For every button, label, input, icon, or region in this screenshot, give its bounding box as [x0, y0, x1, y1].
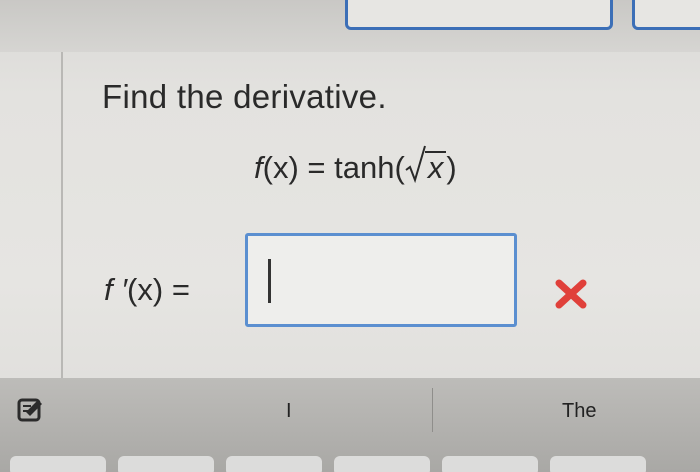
previous-answer-box[interactable]: [345, 0, 613, 30]
derivative-arg: (x): [127, 272, 164, 307]
sqrt-expression: x: [405, 145, 447, 186]
function-equals: =: [307, 150, 326, 185]
suggestion-divider: [432, 388, 433, 432]
text-caret: [268, 259, 271, 303]
derivative-name: f ′: [104, 272, 128, 307]
left-divider: [61, 52, 63, 382]
suggestion-1[interactable]: I: [286, 400, 292, 423]
keyboard-key[interactable]: [10, 456, 106, 472]
sqrt-argument: x: [424, 151, 447, 183]
function-expr-prefix: tanh(: [334, 150, 405, 185]
red-x-icon: [555, 279, 587, 309]
screen: Find the derivative. f(x) = tanh(x) f ′(…: [0, 0, 700, 472]
keyboard-key[interactable]: [334, 456, 430, 472]
top-strip: [0, 0, 700, 52]
keyboard-key[interactable]: [550, 456, 646, 472]
question-prompt: Find the derivative.: [102, 78, 387, 115]
sqrt-icon: [405, 145, 426, 184]
function-expr-suffix: ): [446, 150, 457, 185]
answer-equals: =: [171, 272, 190, 307]
answer-label: f ′(x) =: [104, 272, 190, 308]
answer-input[interactable]: [245, 233, 517, 327]
keyboard-key[interactable]: [118, 456, 214, 472]
suggestion-2[interactable]: The: [562, 400, 596, 423]
keyboard-key[interactable]: [442, 456, 538, 472]
function-arg: (x): [262, 150, 299, 185]
keyboard-suggestion-bar: I The: [0, 378, 700, 472]
keyboard-key[interactable]: [226, 456, 322, 472]
function-definition: f(x) = tanh( x): [254, 145, 457, 186]
function-name: f: [254, 150, 263, 185]
previous-answer-box-2[interactable]: [632, 0, 700, 30]
keyboard-key-row: [0, 456, 700, 472]
scribble-note-icon[interactable]: [16, 394, 46, 424]
